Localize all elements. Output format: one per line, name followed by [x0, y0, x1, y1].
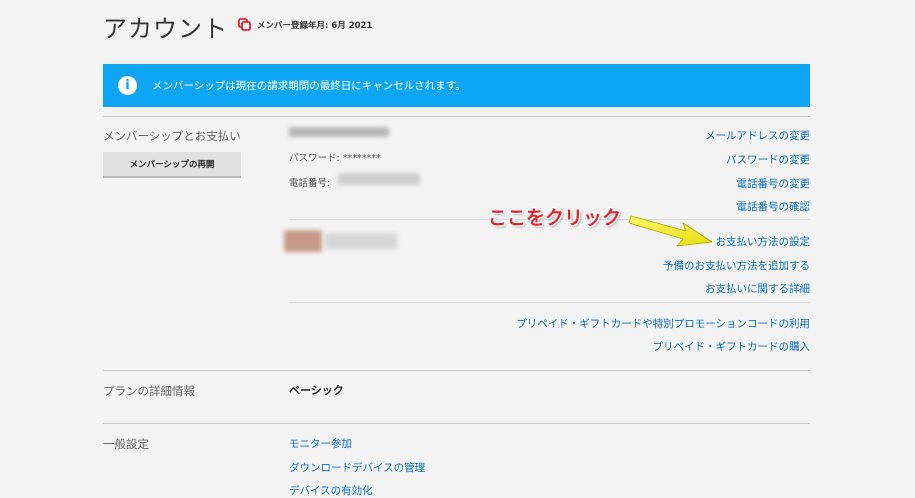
billing-details-link[interactable]: お支払いに関する詳細 — [705, 281, 810, 296]
section-divider — [103, 116, 810, 117]
member-since-icon — [238, 18, 251, 31]
card-logo-redacted — [284, 230, 322, 252]
page-title: アカウント — [103, 15, 228, 43]
email-value-redacted — [289, 127, 389, 137]
password-label: パスワード: ******** — [289, 153, 381, 164]
test-participation-link[interactable]: モニター参加 — [289, 436, 352, 451]
member-since-text: メンバー登録年月: 6月 2021 — [257, 21, 373, 31]
phone-value-redacted — [338, 173, 420, 185]
verify-phone-link[interactable]: 電話番号の確認 — [737, 199, 811, 214]
payment-method-link[interactable]: お支払い方法の設定 — [716, 234, 811, 249]
add-backup-payment-link[interactable]: 予備のお支払い方法を追加する — [663, 258, 810, 273]
card-number-redacted — [325, 233, 397, 249]
section-divider — [103, 423, 810, 424]
section-divider — [103, 370, 810, 371]
change-password-link[interactable]: パスワードの変更 — [726, 152, 810, 167]
plan-name: ベーシック — [289, 384, 344, 397]
manage-download-devices-link[interactable]: ダウンロードデバイスの管理 — [289, 460, 425, 475]
annotation-arrow-icon — [628, 215, 713, 247]
cancellation-notice-banner: i メンバーシップは現在の請求期間の最終日にキャンセルされます。 — [103, 64, 810, 107]
buy-gift-card-link[interactable]: プリペイド・ギフトカードの購入 — [653, 339, 811, 354]
change-phone-link[interactable]: 電話番号の変更 — [737, 176, 811, 191]
membership-section-title: メンバーシップとお支払い — [103, 129, 241, 143]
info-icon: i — [118, 76, 137, 95]
annotation-click-here-text: ここをクリック — [488, 207, 622, 229]
change-email-link[interactable]: メールアドレスの変更 — [705, 128, 810, 143]
activate-device-link[interactable]: デバイスの有効化 — [289, 483, 373, 498]
plan-section-title: プランの詳細情報 — [103, 384, 195, 398]
settings-section-title: 一般設定 — [103, 437, 149, 451]
restart-membership-button[interactable]: メンバーシップの再開 — [103, 152, 241, 178]
subsection-divider — [289, 302, 810, 303]
notice-text: メンバーシップは現在の請求期間の最終日にキャンセルされます。 — [152, 80, 466, 92]
phone-label: 電話番号: — [289, 178, 331, 189]
redeem-gift-card-link[interactable]: プリペイド・ギフトカードや特別プロモーションコードの利用 — [516, 316, 810, 331]
